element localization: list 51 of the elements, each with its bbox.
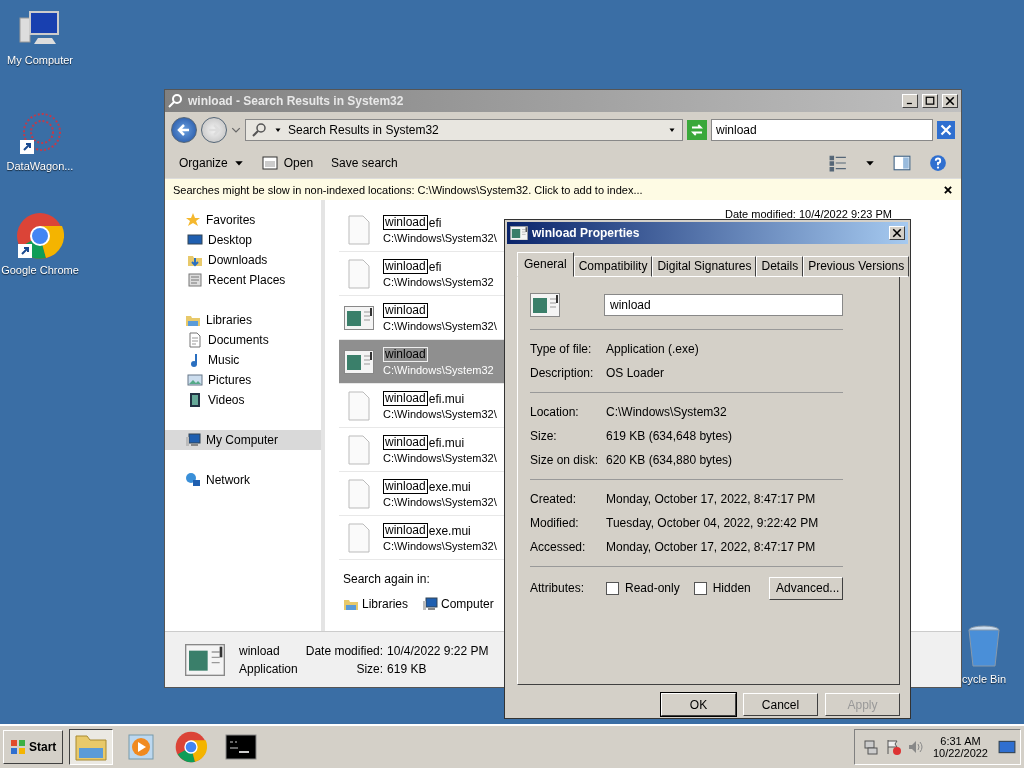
file-path: C:\Windows\System32 <box>383 276 494 288</box>
file-path: C:\Windows\System32\ <box>383 320 497 332</box>
property-value: Monday, October 17, 2022, 8:47:17 PM <box>606 539 817 554</box>
file-path: C:\Windows\System32\ <box>383 452 497 464</box>
property-label: Location: <box>530 404 580 419</box>
search-match: winload <box>383 259 428 274</box>
property-value: Monday, October 17, 2022, 8:47:17 PM <box>606 491 817 506</box>
info-bar-text: Searches might be slow in non-indexed locations: C:\Windows\System32. Click to add to index... <box>173 183 643 196</box>
file-extension: exe.mui <box>427 523 471 538</box>
property-label: Size: <box>530 428 558 443</box>
file-path: C:\Windows\System32\ <box>383 540 497 552</box>
property-label: Created: <box>530 491 578 506</box>
file-path: C:\Windows\System32 <box>383 364 494 376</box>
property-value: Tuesday, October 04, 2022, 9:22:42 PM <box>606 515 820 530</box>
date-modified-value: 10/4/2022 9:22 PM <box>387 643 489 658</box>
property-label: Modified: <box>530 515 580 530</box>
property-label: Size on disk: <box>530 452 600 467</box>
window-title: winload - Search Results in System32 <box>188 94 405 108</box>
size-label: Size: <box>355 661 384 676</box>
address-text: Search Results in System32 <box>288 123 440 137</box>
size-value: 619 KB <box>387 661 428 676</box>
file-extension: efi <box>427 215 442 230</box>
property-value: 620 KB (634,880 bytes) <box>606 452 734 467</box>
file-type: Application <box>239 661 298 676</box>
file-extension: efi <box>427 259 442 274</box>
file-path: C:\Windows\System32\ <box>383 408 497 420</box>
file-path: C:\Windows\System32\ <box>383 232 497 244</box>
dialog-title: winload Properties <box>532 225 641 240</box>
search-match: winload <box>383 479 428 494</box>
search-match: winload <box>383 215 428 230</box>
search-match: winload <box>383 523 428 538</box>
file-extension: exe.mui <box>427 479 471 494</box>
search-match: winload <box>383 391 428 406</box>
search-again-label: Search again in: <box>343 572 431 586</box>
property-value: 619 KB (634,648 bytes) <box>606 428 734 443</box>
file-extension: efi.mui <box>427 435 465 450</box>
property-label: Type of file: <box>530 341 593 356</box>
property-label: Accessed: <box>530 539 587 554</box>
date-modified-label: Date modified: <box>305 643 384 658</box>
search-match: winload <box>383 435 428 450</box>
search-match: winload <box>383 347 428 362</box>
property-value: OS Loader <box>606 365 666 380</box>
search-match: winload <box>383 303 428 318</box>
property-label: Description: <box>530 365 595 380</box>
file-name: winload <box>239 643 281 658</box>
file-path: C:\Windows\System32\ <box>383 496 497 508</box>
file-extension: efi.mui <box>427 391 465 406</box>
attributes-label: Attributes: <box>530 581 586 596</box>
date-modified-text: Date modified: 10/4/2022 9:23 PM <box>725 208 892 220</box>
property-value: Application (.exe) <box>606 341 700 356</box>
property-value: C:\Windows\System32 <box>606 404 728 419</box>
